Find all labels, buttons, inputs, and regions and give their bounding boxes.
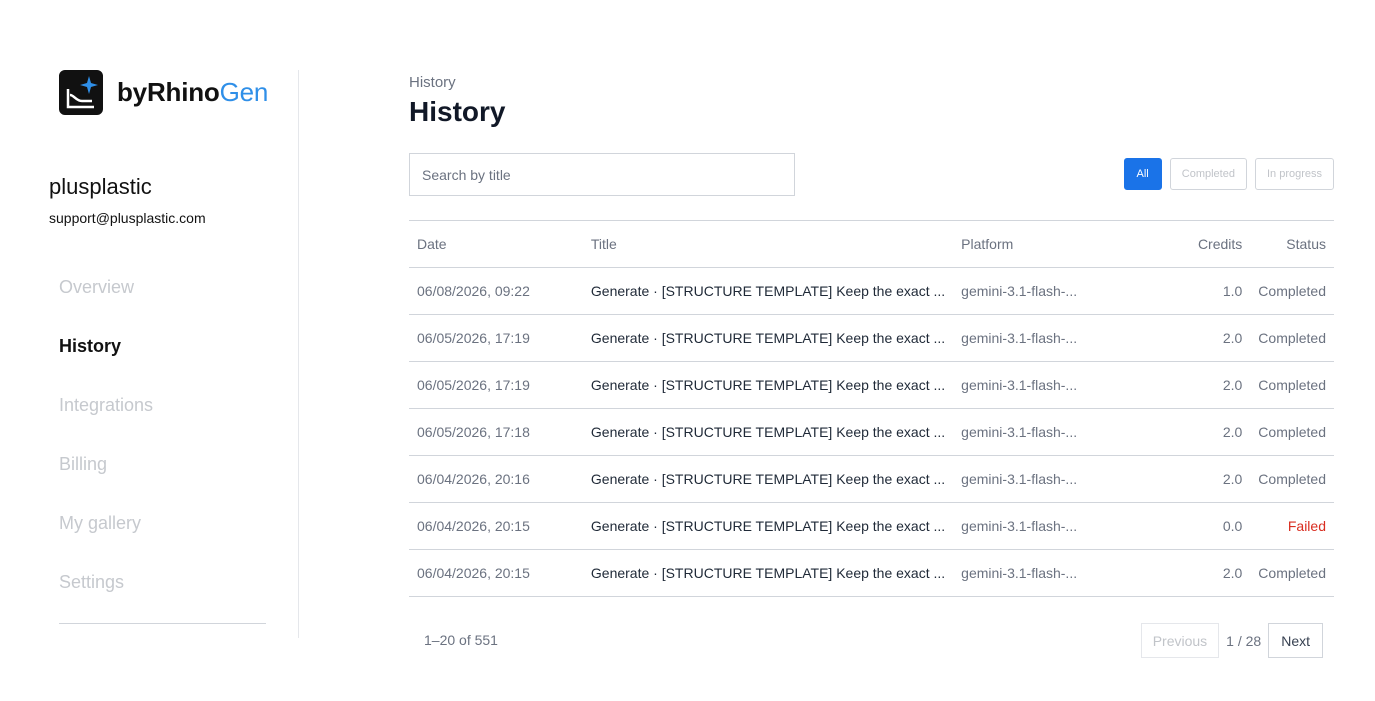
cell-status: Completed xyxy=(1250,361,1334,409)
cell-platform: gemini-3.1-flash-... xyxy=(953,408,1137,456)
cell-status: Failed xyxy=(1250,502,1334,550)
cell-platform: gemini-3.1-flash-... xyxy=(953,267,1137,315)
page-indicator: 1 / 28 xyxy=(1226,632,1262,649)
cell-title[interactable]: Generate · [STRUCTURE TEMPLATE] Keep the… xyxy=(582,361,954,409)
sidebar-item-billing[interactable]: Billing xyxy=(59,447,266,506)
pagination-controls: Previous 1 / 28 Next xyxy=(1140,623,1323,658)
cell-title[interactable]: Generate · [STRUCTURE TEMPLATE] Keep the… xyxy=(582,502,954,550)
column-header-date[interactable]: Date xyxy=(409,220,583,268)
filter-in-progress-button[interactable]: In progress xyxy=(1254,158,1334,190)
cell-status: Completed xyxy=(1250,314,1334,362)
cell-credits: 1.0 xyxy=(1136,267,1251,315)
cell-platform: gemini-3.1-flash-... xyxy=(953,455,1137,503)
sidebar-divider xyxy=(298,70,299,638)
table-row[interactable]: 06/08/2026, 09:22 Generate · [STRUCTURE … xyxy=(409,267,1334,315)
cell-platform: gemini-3.1-flash-... xyxy=(953,314,1137,362)
cell-credits: 0.0 xyxy=(1136,502,1251,550)
cell-title[interactable]: Generate · [STRUCTURE TEMPLATE] Keep the… xyxy=(582,455,954,503)
cell-credits: 2.0 xyxy=(1136,314,1251,362)
table-row[interactable]: 06/04/2026, 20:15 Generate · [STRUCTURE … xyxy=(409,549,1334,597)
sidebar-item-history[interactable]: History xyxy=(59,329,266,388)
account-name: plusplastic xyxy=(49,174,152,199)
brand-name-accent: Gen xyxy=(219,77,269,107)
cell-credits: 2.0 xyxy=(1136,455,1251,503)
next-page-button[interactable]: Next xyxy=(1268,623,1323,658)
cell-date: 06/05/2026, 17:18 xyxy=(409,408,583,456)
column-header-title[interactable]: Title xyxy=(582,220,954,268)
cell-title[interactable]: Generate · [STRUCTURE TEMPLATE] Keep the… xyxy=(582,549,954,597)
cell-platform: gemini-3.1-flash-... xyxy=(953,502,1137,550)
sidebar-item-overview[interactable]: Overview xyxy=(59,270,266,329)
column-header-platform[interactable]: Platform xyxy=(953,220,1137,268)
breadcrumb: History xyxy=(409,74,456,91)
cell-status: Completed xyxy=(1250,408,1334,456)
cell-status: Completed xyxy=(1250,455,1334,503)
cell-platform: gemini-3.1-flash-... xyxy=(953,549,1137,597)
sidebar-item-settings[interactable]: Settings xyxy=(59,565,266,624)
sidebar-item-integrations[interactable]: Integrations xyxy=(59,388,266,447)
filter-completed-button[interactable]: Completed xyxy=(1169,158,1247,190)
page-title: History xyxy=(409,96,506,127)
filter-all-button[interactable]: All xyxy=(1123,158,1162,190)
cell-date: 06/05/2026, 17:19 xyxy=(409,314,583,362)
brand-name-main: byRhino xyxy=(117,77,220,107)
column-header-status[interactable]: Status xyxy=(1250,220,1334,268)
sidebar-nav: Overview History Integrations Billing My… xyxy=(59,270,266,624)
cell-title[interactable]: Generate · [STRUCTURE TEMPLATE] Keep the… xyxy=(582,408,954,456)
cell-date: 06/04/2026, 20:16 xyxy=(409,455,583,503)
sidebar-item-my-gallery[interactable]: My gallery xyxy=(59,506,266,565)
sidebar: byRhinoGen plusplastic support@plusplast… xyxy=(0,0,299,701)
table-row[interactable]: 06/05/2026, 17:18 Generate · [STRUCTURE … xyxy=(409,408,1334,456)
account-email: support@plusplastic.com xyxy=(49,210,206,226)
cell-date: 06/04/2026, 20:15 xyxy=(409,549,583,597)
cell-platform: gemini-3.1-flash-... xyxy=(953,361,1137,409)
previous-page-button[interactable]: Previous xyxy=(1140,623,1220,658)
cell-credits: 2.0 xyxy=(1136,408,1251,456)
cell-title[interactable]: Generate · [STRUCTURE TEMPLATE] Keep the… xyxy=(582,267,954,315)
cell-date: 06/04/2026, 20:15 xyxy=(409,502,583,550)
cell-date: 06/05/2026, 17:19 xyxy=(409,361,583,409)
cell-credits: 2.0 xyxy=(1136,549,1251,597)
cell-status: Completed xyxy=(1250,267,1334,315)
sparkle-hand-icon xyxy=(59,70,103,115)
cell-credits: 2.0 xyxy=(1136,361,1251,409)
table-row[interactable]: 06/04/2026, 20:15 Generate · [STRUCTURE … xyxy=(409,502,1334,550)
table-row[interactable]: 06/05/2026, 17:19 Generate · [STRUCTURE … xyxy=(409,314,1334,362)
cell-title[interactable]: Generate · [STRUCTURE TEMPLATE] Keep the… xyxy=(582,314,954,362)
sidebar-bottom-divider xyxy=(59,623,266,624)
history-table: Date Title Platform Credits Status 06/08… xyxy=(409,220,1334,597)
table-row[interactable]: 06/05/2026, 17:19 Generate · [STRUCTURE … xyxy=(409,361,1334,409)
brand-name: byRhinoGen xyxy=(117,77,268,108)
pagination-range: 1–20 of 551 xyxy=(424,632,498,648)
column-header-credits[interactable]: Credits xyxy=(1136,220,1251,268)
cell-date: 06/08/2026, 09:22 xyxy=(409,267,583,315)
search-input[interactable] xyxy=(409,153,795,196)
cell-status: Completed xyxy=(1250,549,1334,597)
status-filter-group: All Completed In progress xyxy=(1123,158,1334,190)
brand-logo[interactable]: byRhinoGen xyxy=(59,70,268,115)
table-header-row: Date Title Platform Credits Status xyxy=(409,220,1334,268)
table-row[interactable]: 06/04/2026, 20:16 Generate · [STRUCTURE … xyxy=(409,455,1334,503)
